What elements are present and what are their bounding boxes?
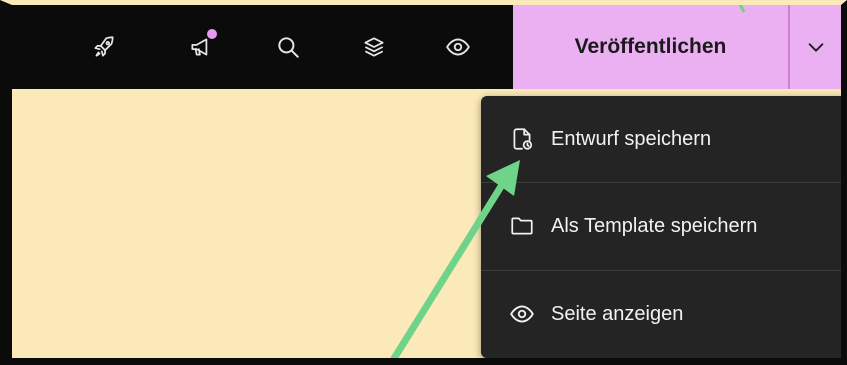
menu-item-view-page[interactable]: Seite anzeigen xyxy=(481,271,847,357)
file-clock-icon xyxy=(509,126,535,152)
eye-icon[interactable] xyxy=(442,31,474,63)
search-icon[interactable] xyxy=(272,31,304,63)
screenshot-canvas: Veröffentlichen Entwurf speichern Als Te… xyxy=(0,0,847,365)
rocket-icon[interactable] xyxy=(88,31,120,63)
publish-button[interactable]: Veröffentlichen xyxy=(513,5,788,89)
eye-icon xyxy=(509,301,535,327)
megaphone-icon[interactable] xyxy=(185,29,217,63)
publish-options-toggle[interactable] xyxy=(790,5,841,89)
menu-item-save-draft[interactable]: Entwurf speichern xyxy=(481,96,847,182)
menu-item-label: Entwurf speichern xyxy=(551,127,712,150)
menu-item-save-template[interactable]: Als Template speichern xyxy=(481,183,847,269)
notification-dot xyxy=(207,29,217,39)
menu-item-label: Als Template speichern xyxy=(551,214,758,237)
folder-icon xyxy=(509,213,535,239)
publish-options-menu: Entwurf speichern Als Template speichern… xyxy=(481,96,847,358)
chevron-down-icon xyxy=(808,43,823,52)
menu-item-label: Seite anzeigen xyxy=(551,302,684,325)
layers-icon[interactable] xyxy=(358,31,390,63)
top-toolbar: Veröffentlichen xyxy=(12,5,841,89)
publish-button-label: Veröffentlichen xyxy=(574,35,727,58)
